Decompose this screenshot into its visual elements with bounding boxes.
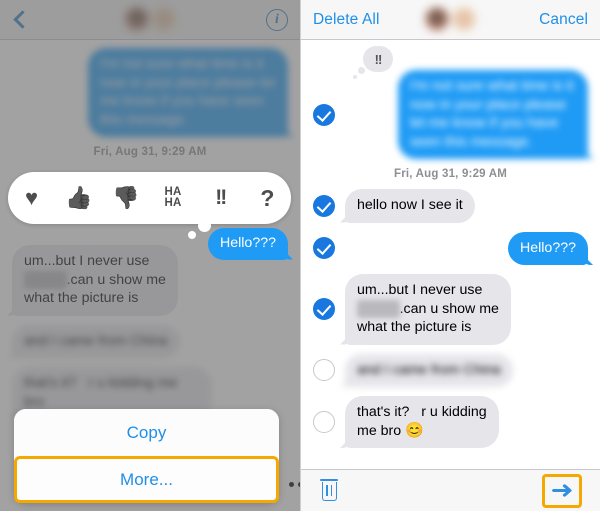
right-phone-screen: Delete All Cancel I'm not sure what time… (300, 0, 600, 511)
bubble-line-2: what the picture is (24, 290, 139, 306)
message-row[interactable]: hello now I see it (313, 189, 588, 223)
message-bubble-incoming[interactable]: hello now I see it (345, 189, 475, 223)
avatar-blob-b (452, 7, 476, 31)
message-row[interactable]: I'm not sure what time is it now in your… (313, 46, 588, 159)
message-bubble-incoming[interactable]: um...but I never use xxxxxx.can u show m… (345, 274, 511, 345)
tapback-tail-large (198, 219, 211, 232)
left-phone-screen: i I'm not sure what time is it now in yo… (0, 0, 300, 511)
bubble-line-1: um...but I never use (357, 282, 483, 298)
message-checkbox-selected[interactable] (313, 103, 335, 126)
message-row[interactable]: I'm not sure what time is it now in your… (12, 48, 288, 137)
message-row[interactable]: and I came from China (313, 353, 588, 387)
two-panel-comparison: i I'm not sure what time is it now in yo… (0, 0, 600, 511)
delete-all-button[interactable]: Delete All (313, 11, 379, 29)
avatar-blob-b (151, 7, 176, 31)
bubble-line-2: me bro (357, 422, 406, 439)
message-bubble-incoming[interactable]: and I came from China (345, 353, 513, 387)
tapback-tail-small (188, 231, 196, 239)
selected-message-bubble[interactable]: Hello??? (207, 228, 288, 260)
info-circle-icon[interactable]: i (266, 8, 288, 31)
cancel-button[interactable]: Cancel (539, 11, 588, 29)
thread-timestamp: Fri, Aug 31, 9:29 AM (93, 146, 207, 158)
message-checkbox-selected[interactable] (313, 298, 335, 321)
trash-body (321, 482, 337, 501)
thumbs-up-glyph: 👍 (65, 185, 93, 210)
action-sheet: Copy More... (14, 409, 300, 503)
chevron-left-icon[interactable] (13, 10, 32, 29)
redacted-word: xxxxxx (24, 270, 67, 289)
ellipsis-icon[interactable] (289, 482, 300, 487)
left-nav-bar: i (0, 0, 300, 40)
right-message-thread: I'm not sure what time is it now in your… (301, 40, 600, 511)
message-checkbox-unselected[interactable] (313, 411, 335, 433)
message-row[interactable]: that's it? r u kidding me bro 😊 (313, 396, 588, 448)
right-nav-bar: Delete All Cancel (301, 0, 600, 40)
trash-icon[interactable] (319, 479, 339, 502)
trash-lid (320, 479, 338, 481)
message-row[interactable]: um...but I never use xxxxxx.can u show m… (313, 274, 588, 345)
tapback-exclamation-icon[interactable]: !! (201, 179, 239, 217)
avatar-blob-a (425, 7, 449, 31)
avatar (119, 4, 181, 34)
tapback-haha-icon[interactable]: HA HA (154, 179, 192, 217)
bubble-line-2: what the picture is (357, 319, 472, 335)
tapback-reaction-bar[interactable]: ♥ 👍 👎 HA HA !! ? (8, 172, 291, 224)
message-checkbox-unselected[interactable] (313, 359, 335, 382)
smiley-emoji-icon: 😊 (405, 421, 424, 439)
bubble-line-1-rest: .can u show me (399, 300, 499, 317)
exclamation-glyph: !! (215, 186, 227, 209)
message-bubble-incoming[interactable]: that's it? r u kidding me bro 😊 (345, 396, 499, 448)
tapback-thumbs-down-icon[interactable]: 👎 (107, 179, 145, 217)
left-nav-info[interactable]: i (266, 8, 288, 31)
ellipsis-dot (298, 482, 300, 487)
forward-button[interactable]: ➜ (541, 473, 582, 508)
left-nav-back[interactable] (12, 10, 32, 29)
forward-arrow-icon[interactable]: ➜ (550, 478, 573, 502)
message-bubble-outgoing[interactable]: I'm not sure what time is it now in your… (88, 48, 288, 137)
copy-button[interactable]: Copy (14, 409, 279, 456)
more-button[interactable]: More... (14, 456, 279, 503)
tapback-heart-icon[interactable]: ♥ (13, 179, 51, 217)
message-row[interactable]: Hello??? (313, 231, 588, 265)
thread-timestamp: Fri, Aug 31, 9:29 AM (393, 168, 508, 180)
ellipsis-dot (289, 482, 294, 487)
tapback-question-icon[interactable]: ? (248, 179, 286, 217)
bubble-line-1: um...but I never use (24, 253, 150, 269)
message-row[interactable]: and I came from China (12, 324, 288, 358)
message-bubble-outgoing[interactable]: I'm not sure what time is it now in your… (398, 70, 588, 159)
question-glyph: ? (260, 184, 275, 211)
haha-line-2: HA (164, 197, 182, 209)
message-checkbox-selected[interactable] (313, 237, 335, 260)
redacted-word: xxxxxx (357, 299, 400, 318)
avatar (420, 4, 482, 34)
message-bubble-outgoing[interactable]: Hello??? (507, 231, 588, 265)
heart-glyph: ♥ (25, 185, 39, 210)
bubble-line-1-rest: .can u show me (66, 271, 166, 288)
thumbs-down-glyph: 👎 (112, 185, 140, 210)
avatar-blob-a (124, 7, 149, 31)
message-bubble-incoming[interactable]: and I came from China (12, 324, 180, 358)
tapback-thumbs-up-icon[interactable]: 👍 (60, 179, 98, 217)
bubble-line-1: that's it? r u kidding (357, 404, 487, 420)
tapback-badge-exclamation[interactable]: !! (353, 46, 393, 79)
selection-toolbar: ➜ (301, 469, 600, 511)
message-checkbox-selected[interactable] (313, 194, 335, 217)
message-bubble-incoming[interactable]: um...but I never use xxxxxx.can u show m… (12, 245, 178, 316)
